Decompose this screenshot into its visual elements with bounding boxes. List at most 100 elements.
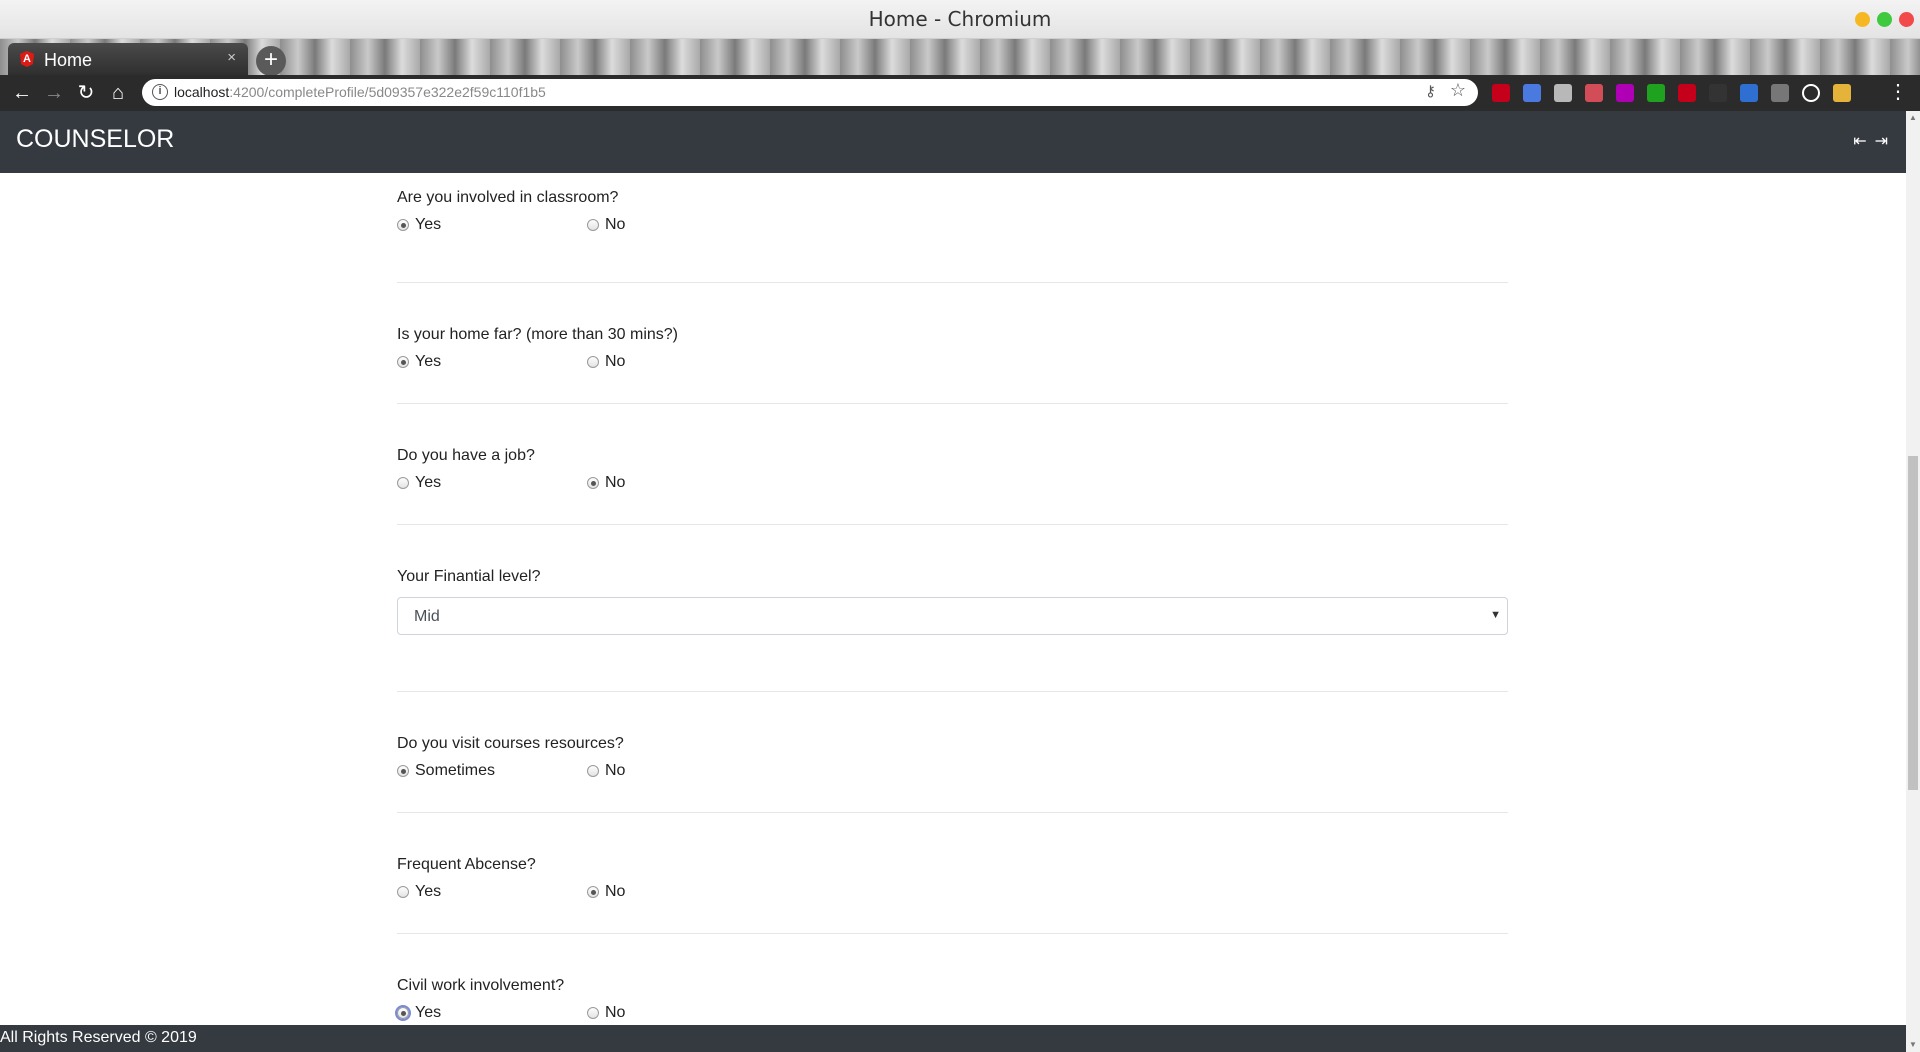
radio-button[interactable] [397, 886, 409, 898]
extension-icon[interactable] [1740, 84, 1758, 102]
home-icon[interactable]: ⌂ [104, 79, 132, 107]
profile-form: Are you involved in classroom? Yes No Is… [395, 173, 1508, 1052]
radio-group: Sometimes No [397, 762, 1508, 786]
radio-option-no[interactable]: No [587, 1004, 625, 1022]
scroll-up-icon[interactable]: ▲ [1906, 111, 1920, 125]
app-navbar: COUNSELOR ⇤ ⇥ [0, 111, 1906, 173]
radio-button[interactable] [395, 1005, 411, 1021]
extension-icon[interactable] [1678, 84, 1696, 102]
maximize-button[interactable] [1877, 12, 1892, 27]
extension-icon[interactable] [1523, 84, 1541, 102]
question-financial-level: Your Finantial level? Mid ▼ [397, 525, 1508, 692]
question-job: Do you have a job? Yes No [397, 404, 1508, 525]
radio-option-no[interactable]: No [587, 883, 625, 901]
close-window-button[interactable] [1899, 12, 1914, 27]
radio-label: No [605, 216, 626, 233]
extension-icon[interactable] [1492, 84, 1510, 102]
address-url[interactable]: localhost:4200/completeProfile/5d09357e3… [174, 84, 546, 100]
brand-title[interactable]: COUNSELOR [16, 125, 174, 154]
question-label: Are you involved in classroom? [397, 189, 619, 206]
extension-icon[interactable] [1771, 84, 1789, 102]
radio-button[interactable] [587, 1007, 599, 1019]
key-icon[interactable]: ⚷ [1425, 82, 1436, 100]
tab-home[interactable]: A Home × [8, 43, 248, 75]
radio-label: No [605, 353, 626, 370]
radio-button[interactable] [587, 765, 599, 777]
reload-icon[interactable]: ↻ [72, 79, 100, 107]
radio-option-yes[interactable]: Yes [395, 1004, 442, 1022]
radio-label: No [605, 883, 626, 900]
browser-menu-icon[interactable]: ⋮ [1888, 79, 1908, 104]
new-tab-button[interactable]: + [256, 46, 286, 76]
window-titlebar: Home - Chromium [0, 0, 1920, 39]
question-label: Is your home far? (more than 30 mins?) [397, 326, 679, 343]
radio-option-yes[interactable]: Yes [397, 353, 441, 371]
bookmark-star-icon[interactable]: ☆ [1450, 80, 1466, 101]
radio-button[interactable] [587, 886, 599, 898]
window-title: Home - Chromium [868, 7, 1052, 31]
question-label: Frequent Abcense? [397, 856, 536, 873]
radio-group: Yes No [397, 216, 1508, 240]
extension-icon[interactable] [1709, 84, 1727, 102]
financial-level-select[interactable]: Mid ▼ [397, 597, 1508, 635]
radio-group: Yes No [397, 474, 1508, 498]
url-path: :4200/completeProfile/5d09357e322e2f59c1… [229, 84, 546, 100]
extension-icon[interactable] [1802, 84, 1820, 102]
question-label: Do you visit courses resources? [397, 735, 624, 752]
radio-label: Yes [415, 474, 442, 491]
radio-button[interactable] [397, 219, 409, 231]
browser-toolbar: ← → ↻ ⌂ i localhost:4200/completeProfile… [0, 75, 1920, 111]
radio-button[interactable] [397, 765, 409, 777]
radio-option-sometimes[interactable]: Sometimes [397, 762, 495, 780]
forward-icon[interactable]: → [40, 79, 68, 107]
scrollbar-thumb[interactable] [1908, 456, 1918, 790]
radio-group: Yes No [397, 883, 1508, 907]
radio-label: Sometimes [415, 762, 496, 779]
address-bar[interactable]: i localhost:4200/completeProfile/5d09357… [142, 79, 1478, 106]
page-scrollbar[interactable]: ▲ ▼ [1906, 111, 1920, 1052]
extension-icon[interactable] [1554, 84, 1572, 102]
login-icon[interactable]: ⇥ [1875, 131, 1888, 151]
url-host: localhost [174, 84, 230, 100]
scroll-down-icon[interactable]: ▼ [1906, 1038, 1920, 1052]
tab-strip: A Home × + [0, 39, 1920, 76]
logout-icon[interactable]: ⇤ [1853, 131, 1866, 151]
radio-label: Yes [415, 1004, 442, 1021]
radio-label: Yes [415, 216, 442, 233]
radio-label: No [605, 762, 626, 779]
dropdown-arrow-icon: ▼ [1490, 609, 1501, 621]
radio-button[interactable] [397, 477, 409, 489]
radio-option-no[interactable]: No [587, 216, 625, 234]
radio-option-no[interactable]: No [587, 353, 625, 371]
angular-favicon-icon: A [20, 51, 34, 67]
extension-icon[interactable] [1833, 84, 1851, 102]
radio-option-no[interactable]: No [587, 474, 625, 492]
radio-option-yes[interactable]: Yes [397, 474, 441, 492]
radio-option-no[interactable]: No [587, 762, 625, 780]
select-value: Mid [414, 608, 440, 625]
tab-close-icon[interactable]: × [227, 49, 236, 66]
question-classroom: Are you involved in classroom? Yes No [397, 173, 1508, 283]
tab-title: Home [44, 50, 93, 70]
radio-button[interactable] [587, 356, 599, 368]
radio-option-yes[interactable]: Yes [397, 216, 441, 234]
question-label: Civil work involvement? [397, 977, 565, 994]
window-controls [1855, 12, 1914, 27]
radio-button[interactable] [587, 477, 599, 489]
question-label: Do you have a job? [397, 447, 535, 464]
question-course-resources: Do you visit courses resources? Sometime… [397, 692, 1508, 813]
radio-label: No [605, 474, 626, 491]
radio-label: No [605, 1004, 626, 1021]
radio-label: Yes [415, 353, 442, 370]
extension-icon[interactable] [1647, 84, 1665, 102]
site-info-icon[interactable]: i [152, 84, 168, 100]
question-label: Your Finantial level? [397, 568, 541, 585]
radio-button[interactable] [397, 356, 409, 368]
radio-label: Yes [415, 883, 442, 900]
extension-icon[interactable] [1616, 84, 1634, 102]
extension-icon[interactable] [1585, 84, 1603, 102]
radio-button[interactable] [587, 219, 599, 231]
minimize-button[interactable] [1855, 12, 1870, 27]
radio-option-yes[interactable]: Yes [397, 883, 441, 901]
back-icon[interactable]: ← [8, 79, 36, 107]
